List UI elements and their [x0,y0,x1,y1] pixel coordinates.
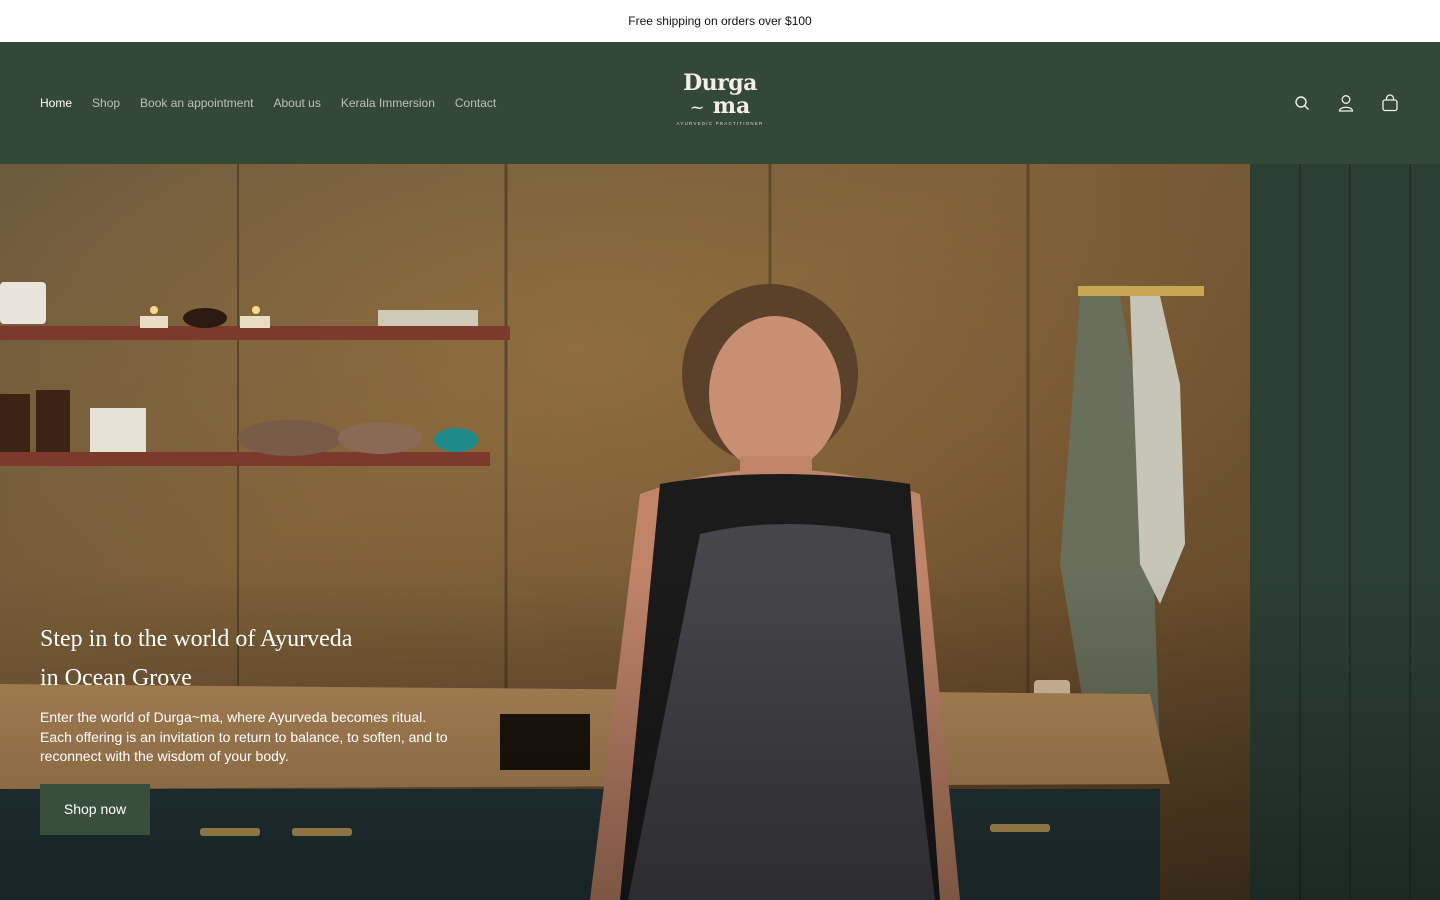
header-icons [1292,42,1400,164]
nav-item-shop[interactable]: Shop [92,96,120,110]
hero-banner: Step in to the world of Ayurveda in Ocea… [0,164,1440,900]
logo-wordmark-ma: ma [712,93,751,119]
logo-tilde: ~ [689,97,705,118]
logo-wordmark-line2: ~ ma [650,95,790,119]
nav-item-book-appointment[interactable]: Book an appointment [140,96,253,110]
nav-item-kerala-immersion[interactable]: Kerala Immersion [341,96,435,110]
logo-wordmark-line1: Durga [683,70,757,96]
nav-item-home[interactable]: Home [40,96,72,110]
announcement-bar: Free shipping on orders over $100 [0,0,1440,42]
announcement-text: Free shipping on orders over $100 [628,14,812,28]
logo-tagline: AYURVEDIC PRACTITIONER [676,121,764,126]
main-nav: Home Shop Book an appointment About us K… [40,42,496,164]
hero-title-line1: Step in to the world of Ayurveda [40,626,353,652]
search-icon[interactable] [1292,93,1312,113]
nav-item-about-us[interactable]: About us [273,96,320,110]
hero-title: Step in to the world of Ayurveda in Ocea… [40,620,500,698]
hero-description: Enter the world of Durga~ma, where Ayurv… [40,709,448,764]
hero-content: Step in to the world of Ayurveda in Ocea… [40,620,500,835]
shop-now-button[interactable]: Shop now [40,783,150,835]
site-logo[interactable]: Durga ~ ma AYURVEDIC PRACTITIONER [650,72,790,136]
account-icon[interactable] [1336,93,1356,113]
hero-title-line2: in Ocean Grove [40,665,192,691]
site-header: Home Shop Book an appointment About us K… [0,42,1440,164]
nav-item-contact[interactable]: Contact [455,96,496,110]
cart-icon[interactable] [1380,93,1400,113]
